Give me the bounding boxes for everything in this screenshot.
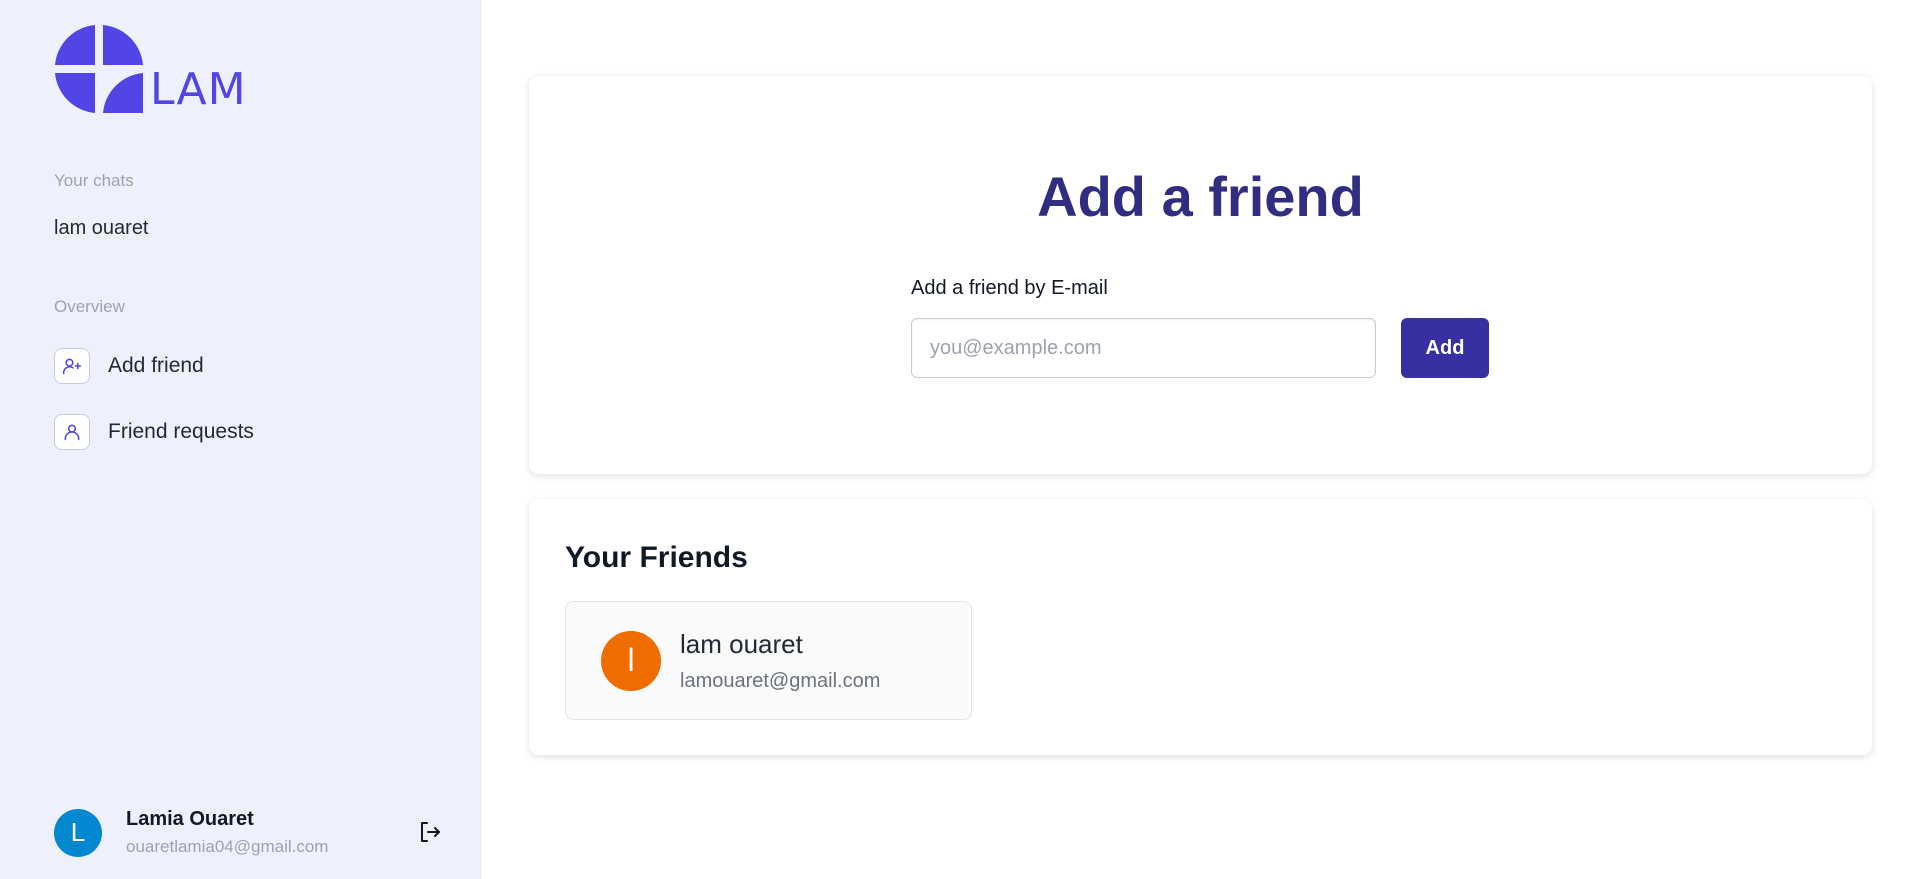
sidebar-item-label: Add friend — [108, 354, 204, 377]
main-content: Add a friend Add a friend by E-mail Add … — [481, 0, 1917, 879]
email-field-label: Add a friend by E-mail — [911, 277, 1108, 299]
overview-label: Overview — [54, 297, 125, 316]
email-field[interactable] — [911, 318, 1376, 378]
chat-item[interactable]: lam ouaret — [54, 217, 149, 240]
brand-name: LAM — [150, 64, 247, 115]
user-email: ouaretlamia04@gmail.com — [126, 837, 329, 856]
friends-heading: Your Friends — [565, 541, 748, 574]
page-title: Add a friend — [1037, 165, 1364, 228]
user-plus-icon — [54, 348, 90, 384]
friend-item[interactable]: l lam ouaret lamouaret@gmail.com — [565, 601, 972, 720]
add-button[interactable]: Add — [1401, 318, 1489, 378]
your-chats-label: Your chats — [54, 171, 134, 190]
sidebar: LAM Your chats lam ouaret Overview Add f… — [0, 0, 481, 879]
user-name: Lamia Ouaret — [126, 808, 254, 830]
sidebar-item-add-friend[interactable]: Add friend — [54, 348, 204, 384]
app-root: LAM Your chats lam ouaret Overview Add f… — [0, 0, 1917, 879]
current-user: L Lamia Ouaret ouaretlamia04@gmail.com — [54, 808, 328, 857]
avatar: l — [601, 630, 661, 691]
sidebar-item-label: Friend requests — [108, 420, 254, 443]
brand-logo[interactable]: LAM — [54, 24, 247, 114]
friends-card: Your Friends l lam ouaret lamouaret@gmai… — [529, 499, 1872, 755]
logo-mark-icon — [55, 25, 143, 113]
friend-email: lamouaret@gmail.com — [680, 669, 881, 692]
sidebar-item-friend-requests[interactable]: Friend requests — [54, 414, 254, 450]
avatar: L — [54, 808, 102, 857]
add-friend-card: Add a friend Add a friend by E-mail Add — [529, 76, 1872, 474]
friend-name: lam ouaret — [680, 628, 803, 659]
logout-icon[interactable] — [418, 820, 442, 849]
user-icon — [54, 414, 90, 450]
